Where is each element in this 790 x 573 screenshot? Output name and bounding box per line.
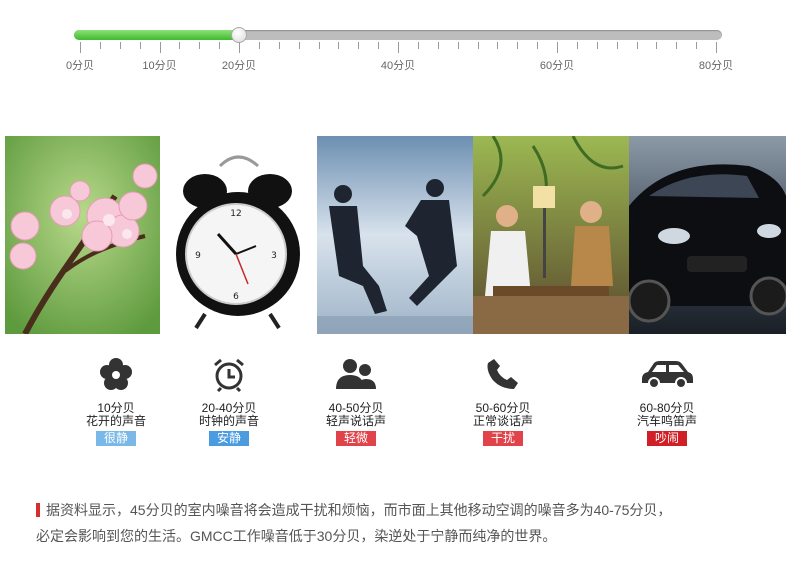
minor-tick: [497, 42, 499, 49]
category-description: 时钟的声音: [198, 414, 259, 428]
category-description: 正常谈话声: [472, 414, 533, 428]
minor-tick: [616, 42, 618, 49]
svg-text:3: 3: [271, 251, 277, 261]
minor-tick: [656, 42, 658, 49]
minor-tick: [417, 42, 419, 49]
minor-tick: [537, 42, 539, 49]
svg-text:9: 9: [195, 251, 201, 261]
tick-label: 20分贝: [221, 60, 257, 72]
tick-label: 60分贝: [539, 60, 575, 72]
category-quiet: 20-40分贝 时钟的声音 安静: [174, 352, 284, 447]
category-description: 花开的声音: [85, 414, 146, 428]
minor-tick: [358, 42, 360, 49]
minor-tick: [258, 42, 260, 49]
major-tick: [557, 42, 558, 53]
footer-line-1: 据资料显示，45分贝的室内噪音将会造成干扰和烦恼，而市面上其他移动空调的噪音多为…: [36, 497, 781, 523]
minor-tick: [378, 42, 380, 49]
slider-track[interactable]: [74, 30, 722, 40]
major-tick: [716, 42, 717, 53]
minor-tick: [576, 42, 578, 49]
minor-tick: [437, 42, 439, 49]
phone-icon: [448, 352, 558, 396]
category-slight: 40-50分贝 轻声说话声 轻微: [301, 352, 411, 447]
level-badge: 干扰: [482, 431, 523, 446]
major-tick: [159, 42, 161, 53]
minor-tick: [278, 42, 280, 49]
photo-strip: 12 3 6 9: [5, 136, 786, 334]
cafe-conversation-photo: [473, 136, 629, 334]
tick-label: 80分贝: [698, 60, 734, 72]
minor-tick: [219, 42, 221, 49]
minor-tick: [676, 42, 678, 49]
black-car-photo: [629, 136, 786, 334]
category-description: 轻声说话声: [325, 414, 386, 428]
level-badge: 安静: [208, 431, 249, 446]
minor-tick: [457, 42, 459, 49]
minor-tick: [338, 42, 340, 49]
major-tick: [80, 42, 81, 53]
minor-tick: [199, 42, 201, 49]
alarm-clock-photo: 12 3 6 9: [160, 136, 317, 334]
car-icon: [612, 352, 722, 396]
minor-tick: [636, 42, 638, 49]
level-badge: 吵闹: [646, 431, 687, 446]
minor-tick: [119, 42, 121, 49]
level-badge: 轻微: [335, 431, 376, 446]
people-icon: [301, 352, 411, 396]
slider-thumb[interactable]: [231, 27, 247, 43]
minor-tick: [139, 42, 141, 49]
minor-tick: [477, 42, 479, 49]
peach-blossom-photo: [5, 136, 160, 334]
tick-label: 40分贝: [380, 60, 416, 72]
flower-icon: [61, 352, 171, 396]
minor-tick: [517, 42, 519, 49]
level-badge: 很静: [95, 431, 136, 446]
major-tick: [398, 42, 399, 53]
minor-tick: [99, 42, 101, 49]
accent-bar: [36, 503, 40, 517]
alarm-clock-icon: [174, 352, 284, 396]
decibel-slider[interactable]: 0分贝 20分贝 10分贝 40分贝 60分贝 80分贝: [0, 0, 790, 80]
category-description: 汽车鸣笛声: [636, 414, 697, 428]
category-interference: 50-60分贝 正常谈话声 干扰: [448, 352, 558, 447]
svg-text:12: 12: [230, 209, 241, 219]
minor-tick: [596, 42, 598, 49]
minor-tick: [179, 42, 181, 49]
svg-text:6: 6: [233, 292, 239, 302]
tick-label: 10分贝: [142, 60, 177, 72]
footer-text: 据资料显示，45分贝的室内噪音将会造成干扰和烦恼，而市面上其他移动空调的噪音多为…: [36, 497, 781, 549]
minor-tick: [318, 42, 320, 49]
minor-tick: [696, 42, 698, 49]
tick-label: 0分贝: [65, 60, 95, 72]
business-talk-photo: [317, 136, 473, 334]
category-very-quiet: 10分贝 花开的声音 很静: [61, 352, 171, 447]
category-noisy: 60-80分贝 汽车鸣笛声 吵闹: [612, 352, 722, 447]
footer-line-2: 必定会影响到您的生活。GMCC工作噪音低于30分贝，染逆处于宁静而纯净的世界。: [36, 528, 557, 544]
slider-fill: [74, 30, 239, 40]
major-tick: [239, 42, 240, 53]
minor-tick: [298, 42, 300, 49]
